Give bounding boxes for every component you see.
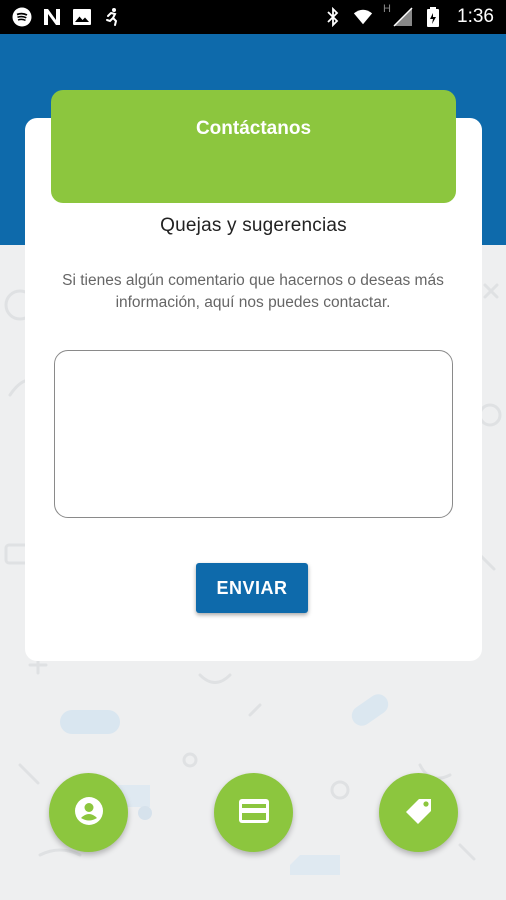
status-bar: H 1:36 [0, 0, 506, 34]
status-left-icons [12, 7, 122, 27]
contact-description: Si tienes algún comentario que hacernos … [62, 272, 444, 311]
section-subtitle: Quejas y sugerencias [160, 215, 347, 236]
credit-card-icon [238, 798, 270, 827]
page-title: Contáctanos [195, 118, 312, 139]
signal-icon: H [383, 3, 413, 27]
send-button[interactable]: ENVIAR [196, 563, 308, 613]
account-circle-icon [74, 796, 104, 829]
wifi-icon [353, 7, 373, 27]
battery-icon [423, 7, 443, 27]
image-icon [72, 7, 92, 27]
profile-button[interactable] [49, 773, 128, 852]
network-type-label: H [383, 3, 391, 15]
card-button[interactable] [214, 773, 293, 852]
promotions-button[interactable] [379, 773, 458, 852]
status-right-icons: H 1:36 [323, 3, 494, 28]
spotify-icon [12, 7, 32, 27]
running-icon [102, 7, 122, 27]
tag-icon [402, 794, 436, 831]
contact-banner: Contáctanos [51, 90, 456, 203]
status-time: 1:36 [457, 6, 494, 27]
message-input[interactable] [54, 350, 453, 518]
bluetooth-icon [323, 7, 343, 27]
n-app-icon [42, 7, 62, 27]
